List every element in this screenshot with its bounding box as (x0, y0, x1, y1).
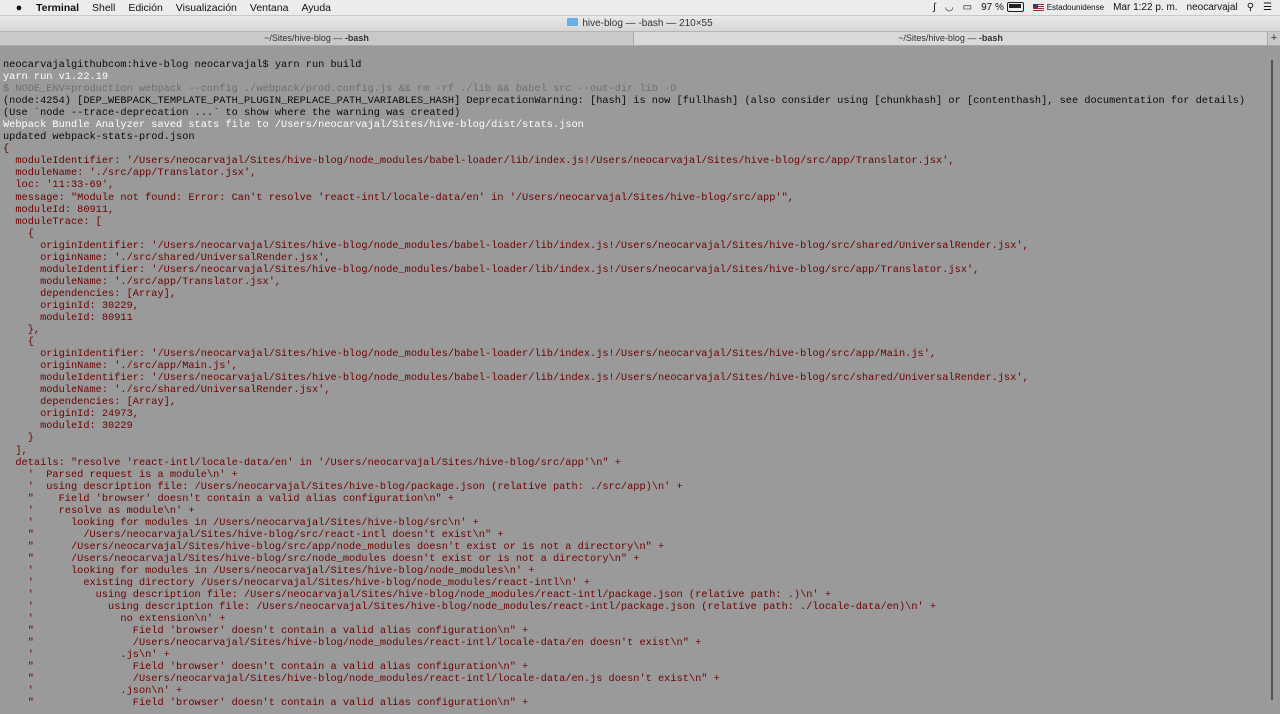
terminal-line: ' using description file: /Users/neocarv… (3, 589, 832, 602)
scrollbar-thumb[interactable] (1271, 60, 1273, 700)
terminal-line: loc: '11:33-69', (3, 179, 115, 192)
terminal-line: neocarvajalgithubcom:hive-blog neocarvaj… (3, 59, 362, 71)
battery-status[interactable]: 97 % (981, 2, 1024, 13)
spotlight-search-icon[interactable]: ⚲ (1247, 2, 1254, 13)
terminal-line: " /Users/neocarvajal/Sites/hive-blog/src… (3, 528, 504, 541)
terminal-line: " /Users/neocarvajal/Sites/hive-blog/src… (3, 552, 640, 565)
terminal-line: originName: './src/app/Main.js', (3, 360, 238, 373)
menu-window[interactable]: Ventana (250, 2, 289, 14)
window-title: hive-blog — -bash — 210×55 (582, 18, 713, 29)
terminal-line: moduleIdentifier: '/Users/neocarvajal/Si… (3, 372, 1029, 385)
terminal-line: (node:4254) [DEP_WEBPACK_TEMPLATE_PATH_P… (3, 95, 1246, 108)
window-title-bar[interactable]: hive-blog — -bash — 210×55 (0, 16, 1280, 32)
bluetooth-icon[interactable]: ∫ (933, 2, 936, 13)
menu-edit[interactable]: Edición (128, 2, 162, 14)
tab-1-path: ~/Sites/hive-blog — (264, 33, 345, 43)
terminal-line: moduleIdentifier: '/Users/neocarvajal/Si… (3, 155, 955, 168)
terminal-line: Webpack Bundle Analyzer saved stats file… (3, 119, 584, 132)
airplay-icon[interactable]: ▭ (963, 2, 972, 13)
terminal-line: } (3, 432, 34, 445)
terminal-line: " /Users/neocarvajal/Sites/hive-blog/src… (3, 540, 665, 553)
terminal-line: originName: './src/shared/UniversalRende… (3, 251, 331, 264)
new-tab-button[interactable]: + (1268, 32, 1280, 45)
terminal-line: " Field 'browser' doesn't contain a vali… (3, 661, 529, 674)
menu-view[interactable]: Visualización (176, 2, 237, 14)
terminal-line: ' Parsed request is a module\n' + (3, 468, 238, 481)
terminal-line: dependencies: [Array], (3, 396, 177, 409)
terminal-line: details: "resolve 'react-intl/locale-dat… (3, 456, 621, 469)
menu-help[interactable]: Ayuda (301, 2, 331, 14)
menu-bar: ● Terminal Shell Edición Visualización V… (0, 0, 1280, 16)
terminal-line: ' looking for modules in /Users/neocarva… (3, 516, 479, 529)
terminal-line: originIdentifier: '/Users/neocarvajal/Si… (3, 348, 937, 361)
terminal-line: moduleName: './src/app/Translator.jsx', (3, 275, 282, 288)
terminal-line: moduleId: 30229 (3, 420, 133, 433)
battery-percent: 97 % (981, 2, 1004, 13)
menu-shell[interactable]: Shell (92, 2, 115, 14)
terminal-line: " Field 'browser' doesn't contain a vali… (3, 492, 455, 505)
terminal-line: yarn run v1.22.19 (3, 71, 109, 84)
tab-bar: ~/Sites/hive-blog — -bash ~/Sites/hive-b… (0, 32, 1280, 46)
terminal-line: ' using description file: /Users/neocarv… (3, 480, 683, 493)
terminal-line: dependencies: [Array], (3, 287, 177, 300)
terminal-line: ' using description file: /Users/neocarv… (3, 601, 937, 614)
wifi-icon[interactable]: ◡ (945, 2, 954, 13)
tab-2-path: ~/Sites/hive-blog — (898, 33, 979, 43)
us-flag-icon (1032, 3, 1044, 11)
terminal-scrollbar[interactable] (1268, 46, 1280, 714)
clock[interactable]: Mar 1:22 p. m. (1113, 2, 1177, 13)
terminal-line: " Field 'browser' doesn't contain a vali… (3, 697, 529, 710)
terminal-line: originIdentifier: '/Users/neocarvajal/Si… (3, 239, 1029, 252)
terminal-line: " /Users/neocarvajal/Sites/hive-blog/nod… (3, 637, 702, 650)
terminal-line: message: "Module not found: Error: Can't… (3, 191, 794, 204)
terminal-line: originId: 30229, (3, 299, 139, 312)
terminal-line: ' looking for modules in /Users/neocarva… (3, 564, 535, 577)
apple-logo-icon[interactable]: ● (12, 2, 26, 14)
terminal-line: ' .js\n' + (3, 649, 170, 662)
terminal-line: $ NODE_ENV=production webpack --config .… (3, 83, 677, 96)
terminal-line: moduleName: './src/app/Translator.jsx', (3, 167, 257, 180)
tab-1[interactable]: ~/Sites/hive-blog — -bash (0, 32, 634, 45)
terminal-line: { (3, 227, 34, 240)
terminal-output[interactable]: neocarvajalgithubcom:hive-blog neocarvaj… (0, 46, 1268, 714)
tab-2-command: -bash (978, 33, 1003, 43)
terminal-line: moduleId: 80911 (3, 311, 133, 324)
terminal-line: moduleIdentifier: '/Users/neocarvajal/Si… (3, 263, 980, 276)
terminal-line: updated webpack-stats-prod.json (3, 131, 195, 144)
terminal-line: ' no extension\n' + (3, 613, 226, 626)
terminal-line: }, (3, 324, 41, 337)
tab-2[interactable]: ~/Sites/hive-blog — -bash (634, 32, 1268, 45)
terminal-line: moduleId: 80911, (3, 203, 115, 216)
terminal-line: ' resolve as module\n' + (3, 504, 195, 517)
terminal-line: moduleTrace: [ (3, 215, 102, 228)
folder-icon (567, 18, 579, 27)
terminal-line: ' existing directory /Users/neocarvajal/… (3, 577, 591, 590)
status-area: ∫ ◡ ▭ 97 % Estadounidense Mar 1:22 p. m.… (933, 0, 1272, 15)
terminal-line: ' .json\n' + (3, 685, 183, 698)
input-source-label: Estadounidense (1046, 3, 1105, 12)
notification-center-icon[interactable]: ☰ (1263, 2, 1272, 13)
terminal-line: { (3, 336, 34, 349)
tab-1-command: -bash (344, 33, 369, 43)
terminal-lines: neocarvajalgithubcom:hive-blog neocarvaj… (0, 46, 1268, 710)
terminal-line: moduleName: './src/shared/UniversalRende… (3, 384, 331, 397)
terminal-line: " /Users/neocarvajal/Sites/hive-blog/nod… (3, 673, 720, 686)
terminal-line: " Field 'browser' doesn't contain a vali… (3, 625, 529, 638)
terminal-line: ], (3, 444, 28, 457)
menu-app-terminal[interactable]: Terminal (36, 2, 79, 14)
terminal-line: (Use `node --trace-deprecation ...` to s… (3, 107, 461, 120)
input-source[interactable]: Estadounidense (1032, 2, 1105, 13)
user-menu[interactable]: neocarvajal (1187, 2, 1238, 13)
terminal-line: originId: 24973, (3, 408, 139, 421)
terminal-line: { (3, 143, 10, 156)
battery-icon (1006, 2, 1024, 13)
